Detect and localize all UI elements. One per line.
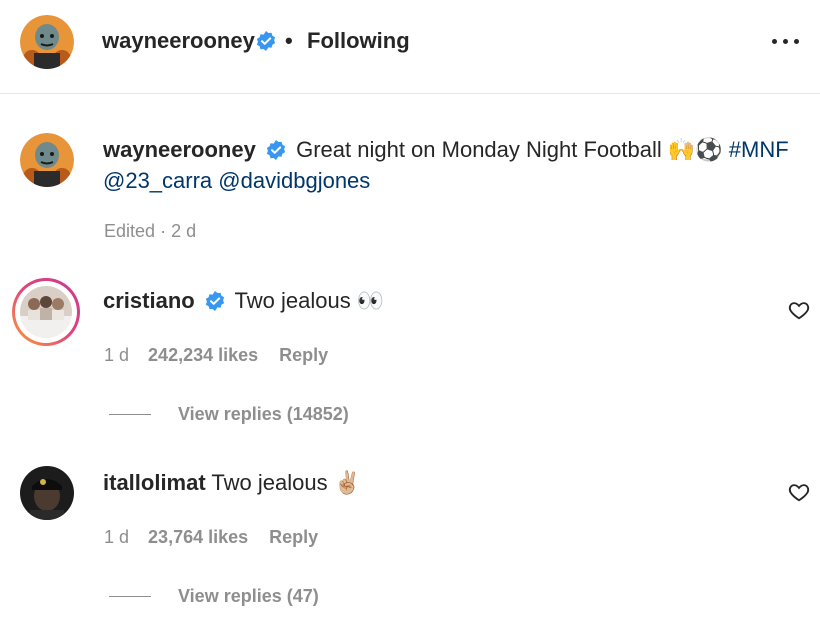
mention-link[interactable]: @23_carra [103,168,212,193]
header-username[interactable]: wayneerooney [102,28,255,54]
verified-badge-icon [205,291,224,311]
cristiano-avatar[interactable] [20,286,72,338]
following-button[interactable]: Following [307,28,410,54]
caption-meta: Edited · 2 d [104,221,196,242]
verified-badge-icon [256,31,276,51]
caption-username[interactable]: wayneerooney [103,137,256,162]
person-photo-icon [20,466,74,520]
replies-divider [109,596,151,597]
cartoon-avatar-icon [20,15,74,69]
view-replies-button[interactable]: View replies (14852) [178,404,349,425]
itallolimat-avatar[interactable] [20,466,74,520]
mention-link[interactable]: @davidbgjones [218,168,370,193]
comment-username[interactable]: itallolimat [103,470,206,495]
comment-line: itallolimat Two jealous ✌🏼 [103,470,361,496]
comment-age[interactable]: 1 d [104,527,129,547]
cartoon-avatar-icon [20,133,74,187]
wayneerooney-avatar[interactable] [20,15,74,69]
caption-text: Great night on Monday Night Football [296,137,662,162]
reply-button[interactable]: Reply [279,345,328,365]
comment-age[interactable]: 1 d [104,345,129,365]
comment-emoji: 👀 [356,289,385,314]
edited-label: Edited [104,221,156,241]
comment-emoji: ✌🏼 [333,471,362,496]
like-heart-icon[interactable] [788,299,810,321]
comment-username[interactable]: cristiano [103,288,195,313]
post-header: wayneerooney • Following [0,0,820,94]
caption-avatar[interactable] [20,133,74,187]
replies-divider [109,414,151,415]
more-options-icon[interactable] [770,36,802,48]
caption-line-1: wayneerooney Great night on Monday Night… [103,137,789,163]
comment-meta: 1 d 242,234 likes Reply [104,345,328,366]
like-heart-icon[interactable] [788,481,810,503]
meta-dot: · [160,221,167,241]
comment-likes[interactable]: 242,234 likes [148,345,258,365]
comment-likes[interactable]: 23,764 likes [148,527,248,547]
hashtag-link[interactable]: #MNF [729,137,789,162]
group-photo-icon [20,286,72,338]
comment-text: Two jealous [211,470,328,495]
reply-button[interactable]: Reply [269,527,318,547]
comment-meta: 1 d 23,764 likes Reply [104,527,318,548]
caption-age[interactable]: 2 d [171,221,196,241]
view-replies-button[interactable]: View replies (47) [178,586,319,607]
story-ring[interactable] [12,278,80,346]
caption-line-2: @23_carra @davidbgjones [103,168,370,194]
comment-text: Two jealous [234,288,351,313]
header-separator: • [285,28,293,53]
verified-badge-icon [266,140,286,160]
comment-line: cristiano Two jealous 👀 [103,288,384,314]
caption-emojis: 🙌⚽ [667,138,723,163]
